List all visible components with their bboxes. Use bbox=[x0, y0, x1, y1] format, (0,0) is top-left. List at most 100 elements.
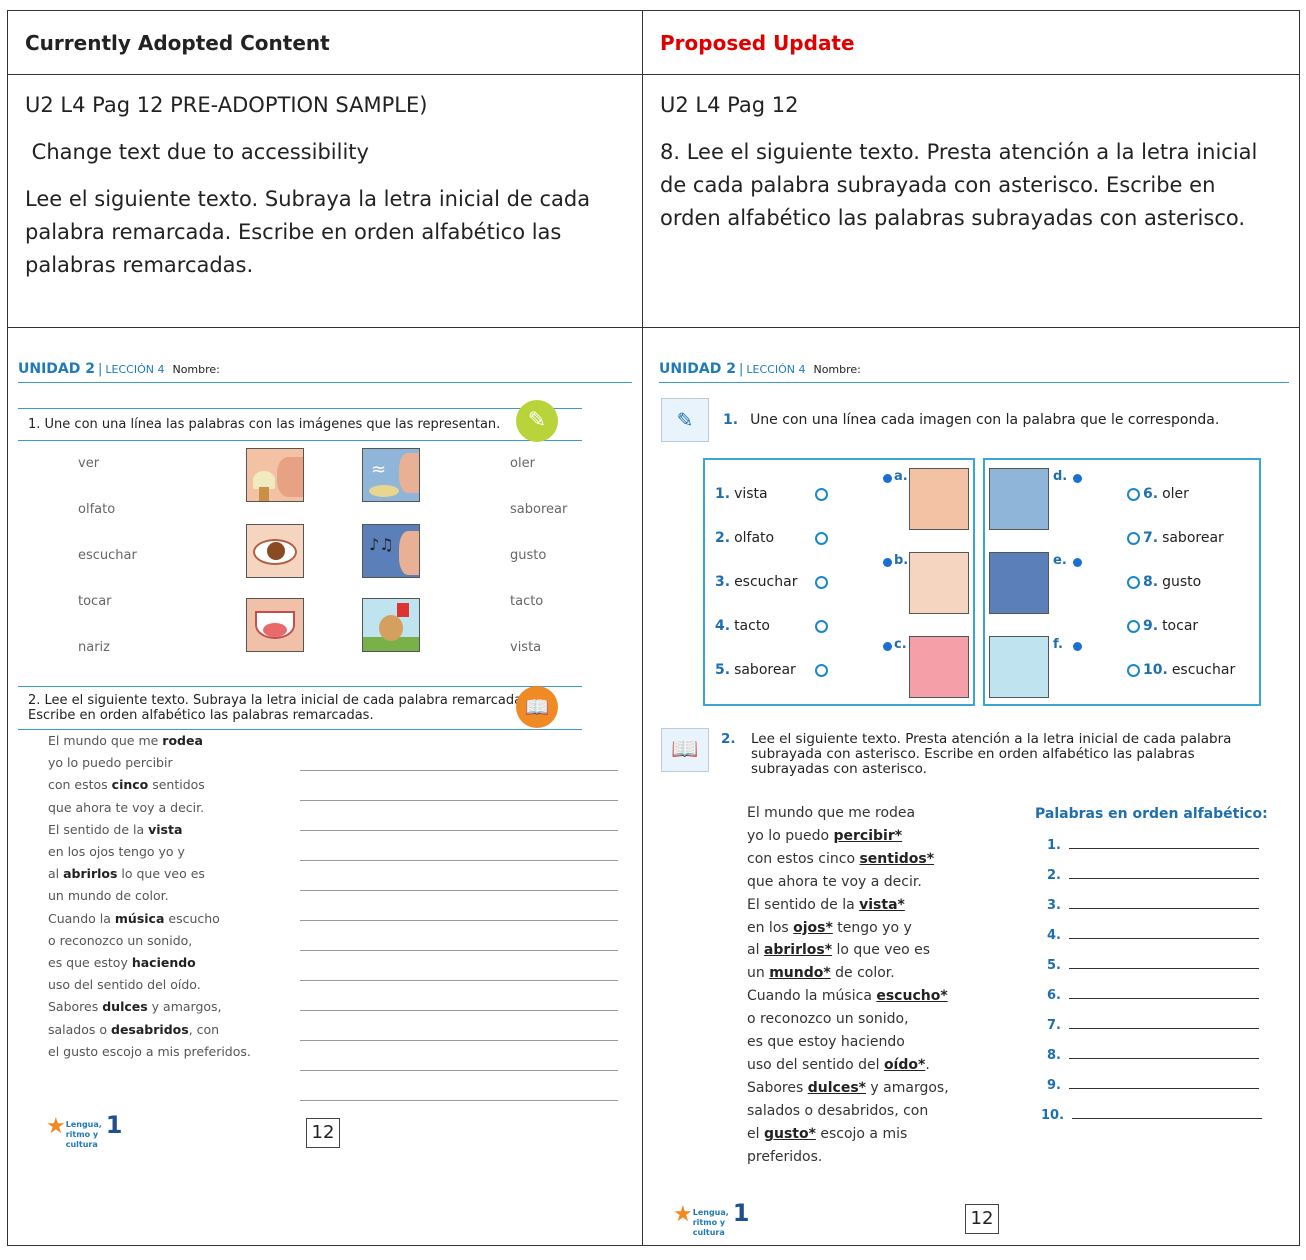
answer-line[interactable] bbox=[300, 770, 618, 771]
answer-line[interactable] bbox=[300, 860, 618, 861]
answer-line[interactable] bbox=[300, 800, 618, 801]
answer-row[interactable]: 3. bbox=[1047, 898, 1259, 913]
poem-text: El mundo que me rodea yo lo puedo percibi… bbox=[747, 802, 949, 1169]
answer-line[interactable] bbox=[300, 1100, 618, 1101]
picture-label: f. bbox=[1053, 637, 1063, 652]
answer-row[interactable]: 10. bbox=[1041, 1108, 1263, 1123]
option-circle[interactable] bbox=[815, 620, 828, 633]
question-2-line1: 2. Lee el siguiente texto. Subraya la le… bbox=[28, 693, 527, 708]
answer-line[interactable] bbox=[300, 830, 618, 831]
poem-line: con estos cinco sentidos* bbox=[747, 850, 935, 867]
left-option: 4. tacto bbox=[715, 618, 770, 634]
right-option: 9. tocar bbox=[1143, 618, 1199, 634]
poem-line: con estos cinco sentidos bbox=[48, 777, 205, 793]
left-option: 1. vista bbox=[715, 486, 768, 502]
match-dot[interactable] bbox=[883, 474, 892, 483]
answers-title: Palabras en orden alfabético: bbox=[1035, 806, 1268, 822]
poem-line: un mundo* de color. bbox=[747, 965, 895, 982]
eye-image bbox=[246, 524, 304, 578]
answer-row[interactable]: 5. bbox=[1047, 958, 1259, 973]
hearing-image: ♪♫ bbox=[362, 524, 420, 578]
word-left-3: escuchar bbox=[78, 548, 137, 563]
answer-row[interactable]: 8. bbox=[1047, 1048, 1259, 1063]
header-proposed: Proposed Update bbox=[642, 10, 1300, 75]
word-right-4: tacto bbox=[510, 594, 544, 609]
match-dot[interactable] bbox=[883, 558, 892, 567]
answer-row[interactable]: 9. bbox=[1047, 1078, 1259, 1093]
answer-row[interactable]: 6. bbox=[1047, 988, 1259, 1003]
poem-line: que ahora te voy a decir. bbox=[48, 799, 205, 815]
unit-label: UNIDAD 2 bbox=[659, 361, 736, 377]
question-1: 1. Une con una línea cada imagen con la p… bbox=[723, 412, 1219, 428]
answer-row[interactable]: 1. bbox=[1047, 838, 1259, 853]
answer-row[interactable]: 2. bbox=[1047, 868, 1259, 883]
word-right-3: gusto bbox=[510, 548, 547, 563]
word-left-4: tocar bbox=[78, 594, 112, 609]
picture-label: d. bbox=[1053, 469, 1068, 484]
poem-line: yo lo puedo percibir* bbox=[747, 827, 903, 844]
option-circle[interactable] bbox=[1127, 664, 1140, 677]
lesson-label: LECCIÓN 4 bbox=[746, 363, 806, 376]
answer-row[interactable]: 7. bbox=[1047, 1018, 1259, 1033]
poem-line: yo lo puedo percibir bbox=[48, 755, 173, 771]
picture-label: e. bbox=[1053, 553, 1067, 568]
proposed-worksheet: UNIDAD 2 | LECCIÓN 4 Nombre: ✎ 1. Une con un… bbox=[642, 327, 1300, 1246]
mouth-image bbox=[246, 598, 304, 652]
poem-line: Sabores dulces y amargos, bbox=[48, 999, 222, 1015]
match-dot[interactable] bbox=[1073, 558, 1082, 567]
worksheet-header: UNIDAD 2 | LECCIÓN 4 Nombre: bbox=[659, 361, 1289, 383]
poem-line: Sabores dulces* y amargos, bbox=[747, 1079, 949, 1096]
current-worksheet: UNIDAD 2 | LECCIÓN 4 Nombre: 1. Une con una… bbox=[7, 327, 643, 1246]
poem-line: el gusto* escojo a mis bbox=[747, 1125, 908, 1142]
answer-row[interactable]: 4. bbox=[1047, 928, 1259, 943]
unit-label: UNIDAD 2 bbox=[18, 361, 95, 377]
cat-image bbox=[362, 598, 420, 652]
match-dot[interactable] bbox=[883, 642, 892, 651]
question-2-line2: Escribe en orden alfabético las palabras… bbox=[28, 708, 374, 723]
question-1-text: 1. Une con una línea las palabras con la… bbox=[28, 417, 501, 432]
sense-image bbox=[909, 468, 969, 530]
poem-line: es que estoy haciendo bbox=[48, 955, 196, 971]
answer-line[interactable] bbox=[300, 920, 618, 921]
option-circle[interactable] bbox=[1127, 576, 1140, 589]
option-circle[interactable] bbox=[815, 576, 828, 589]
poem-line: uso del sentido del oído*. bbox=[747, 1056, 930, 1073]
poem-line: salados o desabridos, con bbox=[747, 1102, 929, 1119]
proposed-instruction: 8. Lee el siguiente texto. Presta atenci… bbox=[660, 140, 1258, 230]
poem-text: El mundo que me rodea yo lo puedo percibi… bbox=[48, 730, 251, 1063]
option-circle[interactable] bbox=[1127, 532, 1140, 545]
option-circle[interactable] bbox=[815, 488, 828, 501]
pencil-icon: ✎ bbox=[516, 400, 558, 442]
answer-line[interactable] bbox=[300, 1040, 618, 1041]
logo-number: 1 bbox=[105, 1111, 123, 1139]
name-label: Nombre: bbox=[172, 363, 220, 376]
lesson-label: LECCIÓN 4 bbox=[105, 363, 165, 376]
sense-image bbox=[909, 552, 969, 614]
option-circle[interactable] bbox=[815, 664, 828, 677]
poem-line: que ahora te voy a decir. bbox=[747, 873, 922, 890]
logo-text: Lengua, ritmo y cultura bbox=[65, 1120, 102, 1149]
question-2: 2. Lee el siguiente texto. Presta atenci… bbox=[721, 732, 1241, 777]
answer-line[interactable] bbox=[300, 980, 618, 981]
answer-line[interactable] bbox=[300, 890, 618, 891]
poem-line: o reconozco un sonido, bbox=[747, 1011, 909, 1028]
answer-line[interactable] bbox=[300, 1010, 618, 1011]
picture-label: a. bbox=[894, 469, 908, 484]
option-circle[interactable] bbox=[1127, 488, 1140, 501]
poem-line: salados o desabridos, con bbox=[48, 1021, 220, 1037]
smell-image: ≈ bbox=[362, 448, 420, 502]
answer-line[interactable] bbox=[300, 1070, 618, 1071]
option-circle[interactable] bbox=[1127, 620, 1140, 633]
match-dot[interactable] bbox=[1073, 474, 1082, 483]
taste-image bbox=[246, 448, 304, 502]
match-dot[interactable] bbox=[1073, 642, 1082, 651]
word-right-5: vista bbox=[510, 640, 542, 655]
poem-line: Cuando la música escucho* bbox=[747, 988, 948, 1005]
answer-line[interactable] bbox=[300, 950, 618, 951]
poem-line: es que estoy haciendo bbox=[747, 1034, 905, 1051]
logo-text: Lengua, ritmo y cultura bbox=[692, 1208, 729, 1237]
question-1-number: 1. bbox=[723, 412, 739, 428]
proposed-description: U2 L4 Pag 12 8. Lee el siguiente texto. … bbox=[642, 74, 1300, 328]
option-circle[interactable] bbox=[815, 532, 828, 545]
logo-number: 1 bbox=[732, 1199, 750, 1227]
